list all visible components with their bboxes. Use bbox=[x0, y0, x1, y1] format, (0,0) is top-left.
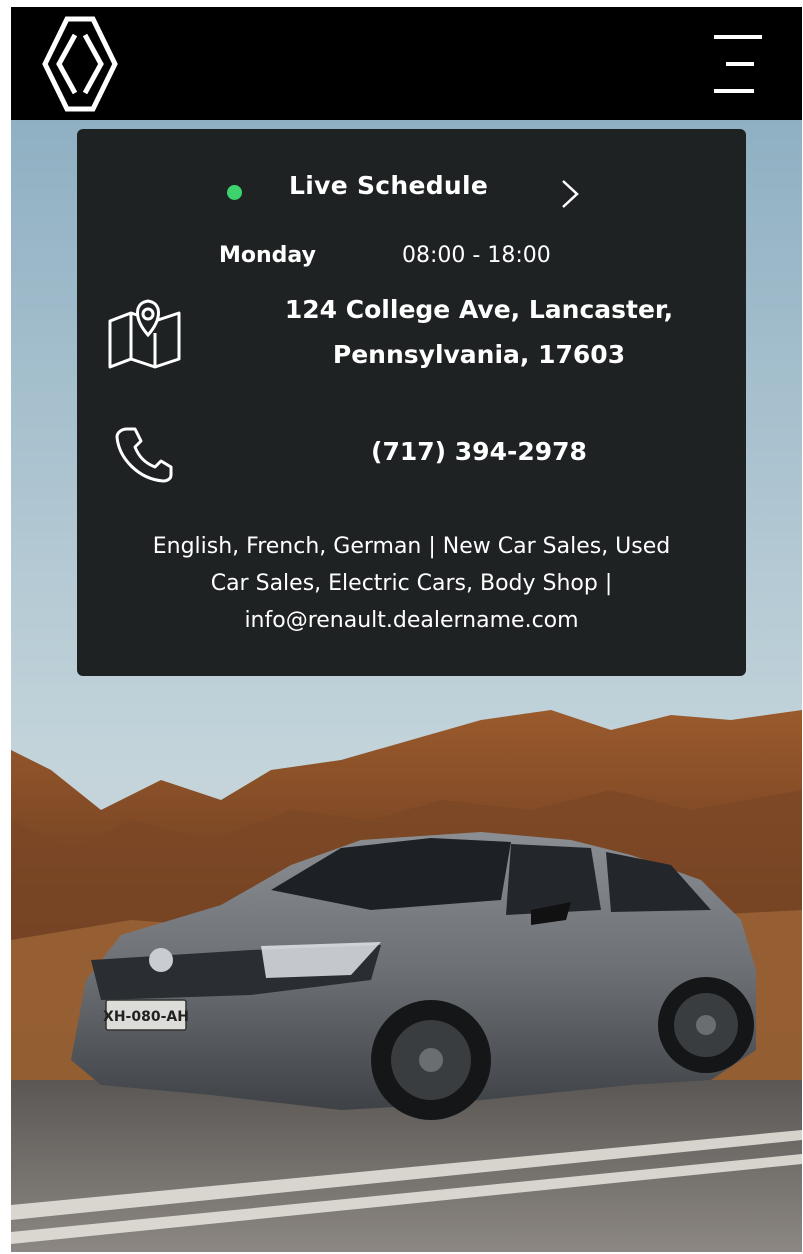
details-line-2: Car Sales, Electric Cars, Body Shop | bbox=[210, 571, 613, 596]
renault-logo-icon[interactable] bbox=[41, 15, 119, 113]
address-line-2: Pennsylvania, 17603 bbox=[332, 340, 626, 369]
dealer-info-card: Live Schedule Monday 08:00 - 18:00 124 C… bbox=[77, 129, 746, 676]
schedule-day: Monday bbox=[219, 243, 316, 268]
dealer-address[interactable]: 124 College Ave, Lancaster, Pennsylvania… bbox=[267, 287, 691, 377]
page-frame: XH-080-AH Live Schedule Monday 08:00 - 1… bbox=[11, 7, 802, 1252]
details-line-1: English, French, German | New Car Sales,… bbox=[152, 534, 671, 559]
chevron-right-icon[interactable] bbox=[559, 177, 581, 211]
license-plate: XH-080-AH bbox=[103, 1009, 189, 1025]
dealer-details: English, French, German | New Car Sales,… bbox=[107, 528, 716, 639]
dealer-phone-link[interactable]: (717) 394-2978 bbox=[267, 437, 691, 466]
live-status-indicator bbox=[227, 185, 242, 200]
hamburger-menu-icon[interactable] bbox=[714, 33, 766, 95]
top-header bbox=[11, 7, 802, 120]
address-line-1: 124 College Ave, Lancaster, bbox=[284, 295, 674, 324]
map-pin-icon bbox=[107, 299, 183, 369]
dealer-email-link[interactable]: info@renault.dealername.com bbox=[107, 602, 716, 639]
phone-icon bbox=[113, 425, 173, 485]
schedule-hours: 08:00 - 18:00 bbox=[402, 243, 551, 268]
live-schedule-title[interactable]: Live Schedule bbox=[289, 171, 488, 200]
